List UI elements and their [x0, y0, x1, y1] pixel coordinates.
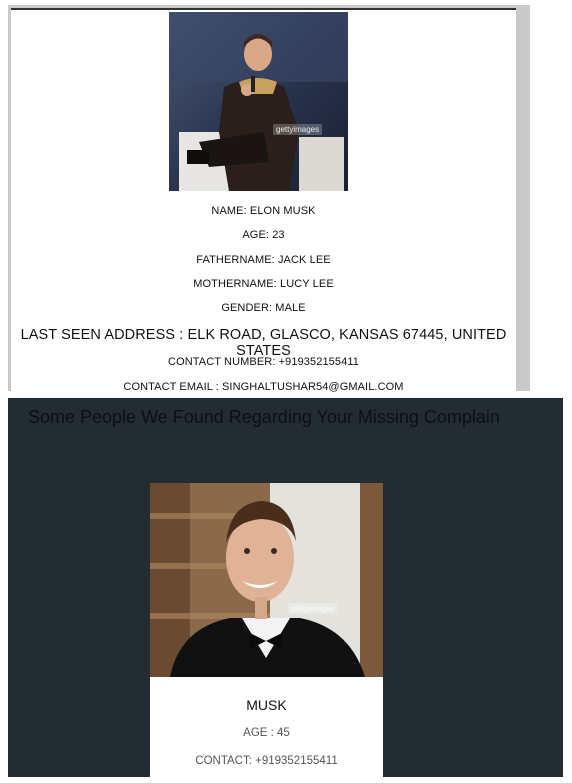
match-photo-watermark: gettyimages — [288, 603, 338, 614]
profile-photo: gettyimages — [169, 12, 348, 191]
match-name: MUSK — [246, 697, 287, 713]
match-card[interactable]: gettyimages MUSK AGE : 45 CONTACT: +9193… — [150, 483, 383, 783]
photo-watermark: gettyimages — [273, 124, 323, 135]
last-seen-address-text: LAST SEEN ADDRESS : ELK ROAD, GLASCO, KA… — [20, 327, 507, 359]
profile-panel: gettyimages NAME: ELON MUSK AGE: 23 FATH… — [8, 5, 530, 393]
contact-number-text: CONTACT NUMBER: +919352155411 — [168, 356, 359, 368]
mothername-text: MOTHERNAME: LUCY LEE — [193, 278, 334, 290]
match-age: AGE : 45 — [243, 727, 290, 739]
contact-email-text: CONTACT EMAIL : SINGHALTUSHAR54@GMAIL.CO… — [123, 381, 404, 393]
age-text: AGE: 23 — [242, 229, 285, 241]
match-photo: gettyimages — [150, 483, 383, 677]
gender-text: GENDER: MALE — [221, 302, 306, 314]
profile-card: gettyimages NAME: ELON MUSK AGE: 23 FATH… — [11, 8, 516, 393]
matches-section: Some People We Found Regarding Your Miss… — [8, 398, 563, 783]
fathername-text: FATHERNAME: JACK LEE — [196, 254, 331, 266]
matches-title: Some People We Found Regarding Your Miss… — [28, 407, 500, 427]
name-text: NAME: ELON MUSK — [211, 205, 316, 217]
match-contact: CONTACT: +919352155411 — [195, 755, 338, 767]
